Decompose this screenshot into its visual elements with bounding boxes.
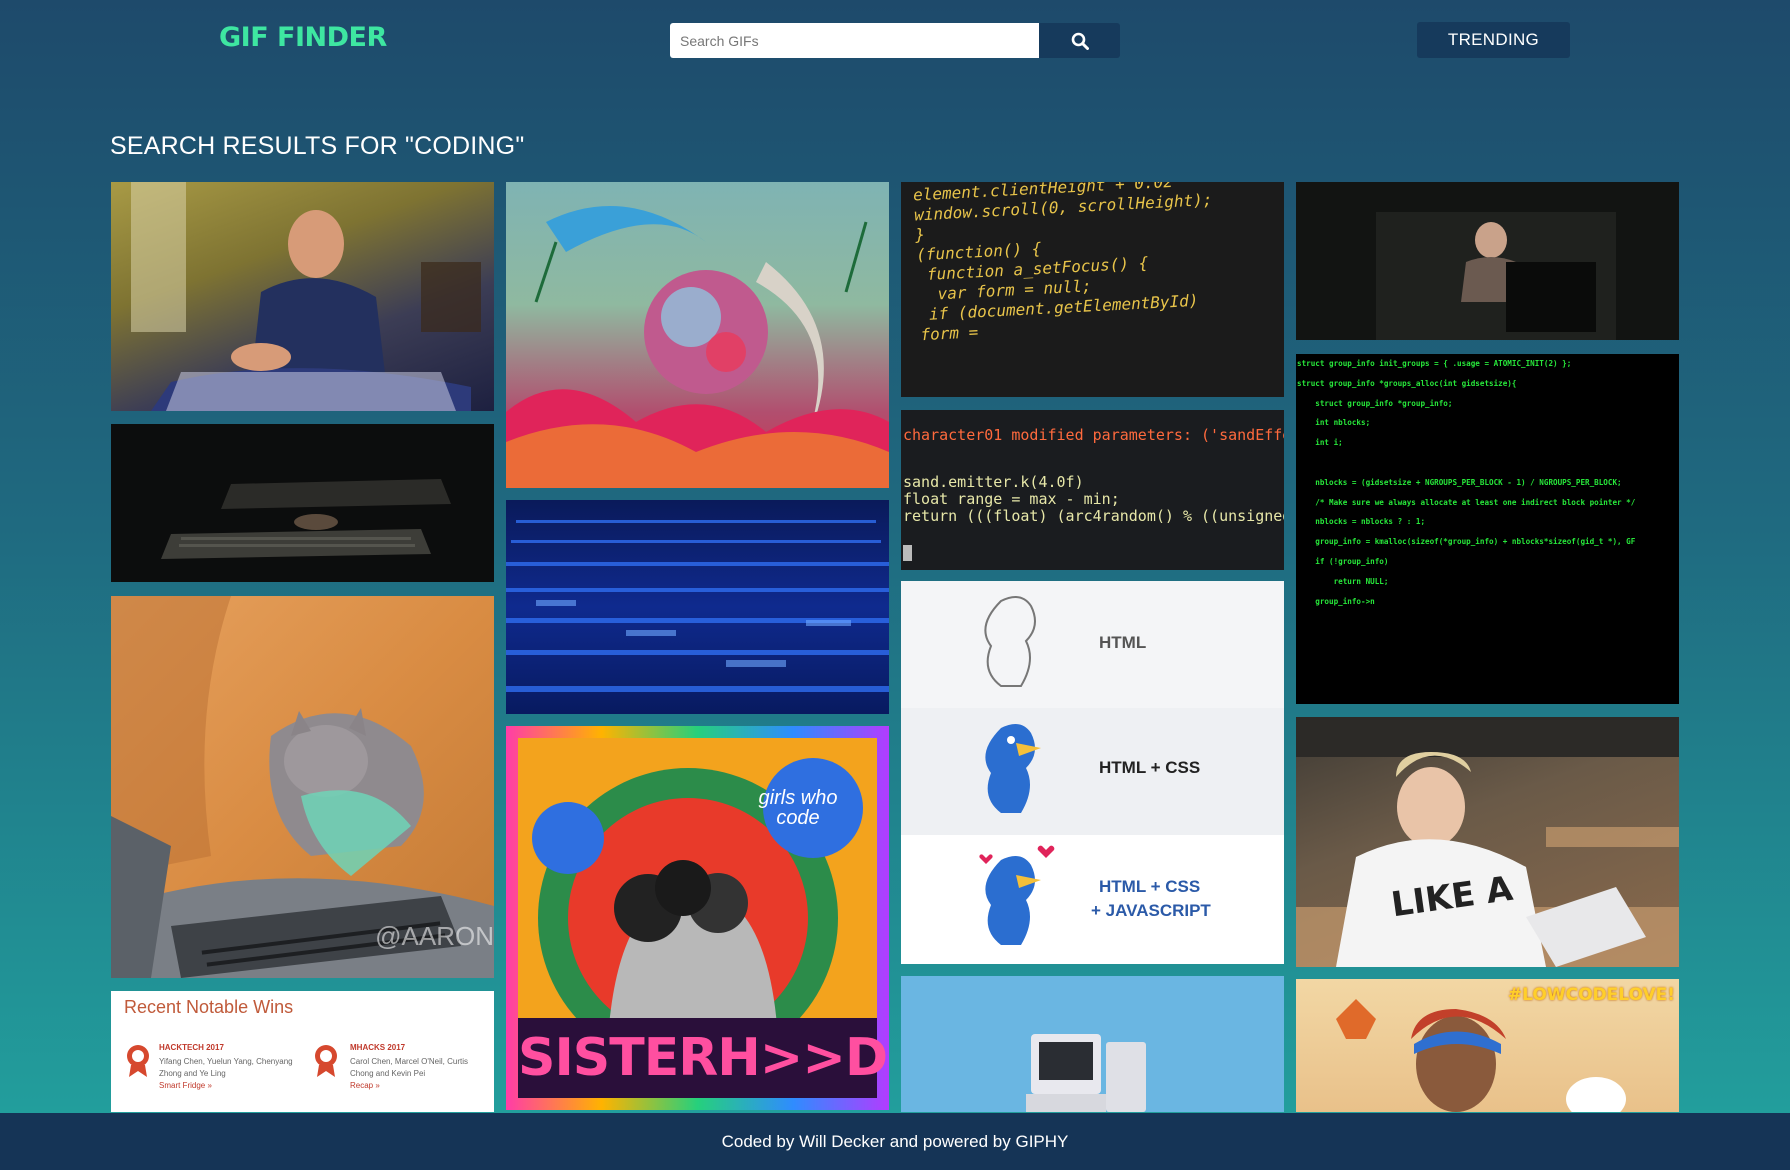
win-1-name: HACKTECH 2017 <box>159 1043 224 1052</box>
gif-lowcode-love[interactable]: #LOWCODELOVE! <box>1296 979 1679 1112</box>
gif-html-css-js[interactable]: HTML HTML + CSS HTML + CSS + JAVASCRIPT <box>901 581 1284 964</box>
sand-code-top: character01 modified parameters: ('sandE… <box>903 426 1284 444</box>
gif-kernel-code[interactable]: struct group_info init_groups = { .usage… <box>1296 354 1679 704</box>
win-1-link[interactable]: Smart Fridge » <box>159 1081 212 1090</box>
gif-karlie-coding[interactable]: LIKE A <box>1296 717 1679 967</box>
gif-sisterhood[interactable]: girls who code SISTERH>>D <box>506 726 889 1110</box>
matrix-scene <box>506 520 889 692</box>
html-label-2: HTML + CSS <box>1099 758 1201 777</box>
html-panel-3: HTML + CSS + JAVASCRIPT <box>901 835 1284 964</box>
gif-keyboard-dark[interactable] <box>111 424 494 582</box>
win-2-name: MHACKS 2017 <box>350 1043 406 1052</box>
win-2-people: Carol Chen, Marcel O'Neil, Curtis Chong … <box>350 1057 469 1078</box>
gator-mascot-icon <box>985 724 1041 813</box>
html-panel-2: HTML + CSS <box>901 708 1284 835</box>
gif-typing-man[interactable] <box>111 182 494 411</box>
gif-dark-office[interactable] <box>1296 182 1679 340</box>
html-panel-1: HTML <box>901 581 1284 708</box>
award-ribbon-icon <box>127 1045 149 1077</box>
win-1-people: Yifang Chen, Yuelun Yang, Chenyang Zhong… <box>159 1057 293 1078</box>
header: GIF FINDER TRENDING <box>0 0 1790 80</box>
wins-title: Recent Notable Wins <box>124 997 294 1017</box>
footer-credit: Coded by Will Decker and powered by GIPH… <box>721 1131 1069 1151</box>
search-bar <box>670 23 1120 58</box>
gif-psychedelic-orb[interactable] <box>506 182 889 488</box>
logo[interactable]: GIF FINDER <box>219 22 387 53</box>
html-label-1: HTML <box>1099 633 1147 652</box>
typing-man-scene <box>131 182 481 411</box>
footer: Coded by Will Decker and powered by GIPH… <box>0 1113 1790 1170</box>
search-button[interactable] <box>1039 23 1120 58</box>
html-label-3a: HTML + CSS <box>1099 877 1201 896</box>
gif-js-code[interactable]: element.clientHeight + 0.02 window.scrol… <box>901 182 1284 397</box>
gif-grid: @AARON Recent Notable Wins HACKTECH 2017… <box>111 182 1680 1112</box>
js-code-text: element.clientHeight + 0.02 window.scrol… <box>912 182 1213 345</box>
karlie-scene <box>1296 717 1679 967</box>
gif-sand-code[interactable]: character01 modified parameters: ('sandE… <box>901 410 1284 570</box>
gif-blue-matrix[interactable] <box>506 500 889 714</box>
dark-office-scene <box>1376 212 1616 340</box>
kernel-code-text: struct group_info init_groups = { .usage… <box>1297 359 1636 606</box>
retro-computer-icon <box>1026 1034 1146 1112</box>
orb-scene <box>506 206 889 488</box>
gator-heart-icon <box>979 845 1055 945</box>
search-input[interactable] <box>670 23 1039 58</box>
girls-who-code-brand: girls who code <box>758 787 838 829</box>
gif-notable-wins[interactable]: Recent Notable Wins HACKTECH 2017 Yifang… <box>111 991 494 1112</box>
html-label-3b: + JAVASCRIPT <box>1091 901 1211 920</box>
lowcode-text: #LOWCODELOVE! <box>1507 985 1675 1005</box>
win-2-link[interactable]: Recap » <box>350 1081 380 1090</box>
sisterhood-poster: girls who code SISTERH>>D <box>518 738 888 1098</box>
gator-outline-icon <box>984 596 1036 687</box>
keyboard-scene <box>161 479 451 559</box>
watermark-text: @AARON <box>375 921 494 951</box>
trending-button[interactable]: TRENDING <box>1417 22 1570 58</box>
sisterhood-word: SISTERH>>D <box>518 1028 888 1088</box>
award-ribbon-icon <box>315 1045 337 1077</box>
search-icon <box>1071 32 1089 50</box>
gif-cat-laptop[interactable]: @AARON <box>111 596 494 978</box>
gif-retro-computer[interactable] <box>901 976 1284 1112</box>
cursor-block <box>903 545 912 561</box>
results-heading: SEARCH RESULTS FOR "CODING" <box>110 132 525 160</box>
sand-code-bottom: sand.emitter.k(4.0f) float range = max -… <box>903 473 1284 525</box>
